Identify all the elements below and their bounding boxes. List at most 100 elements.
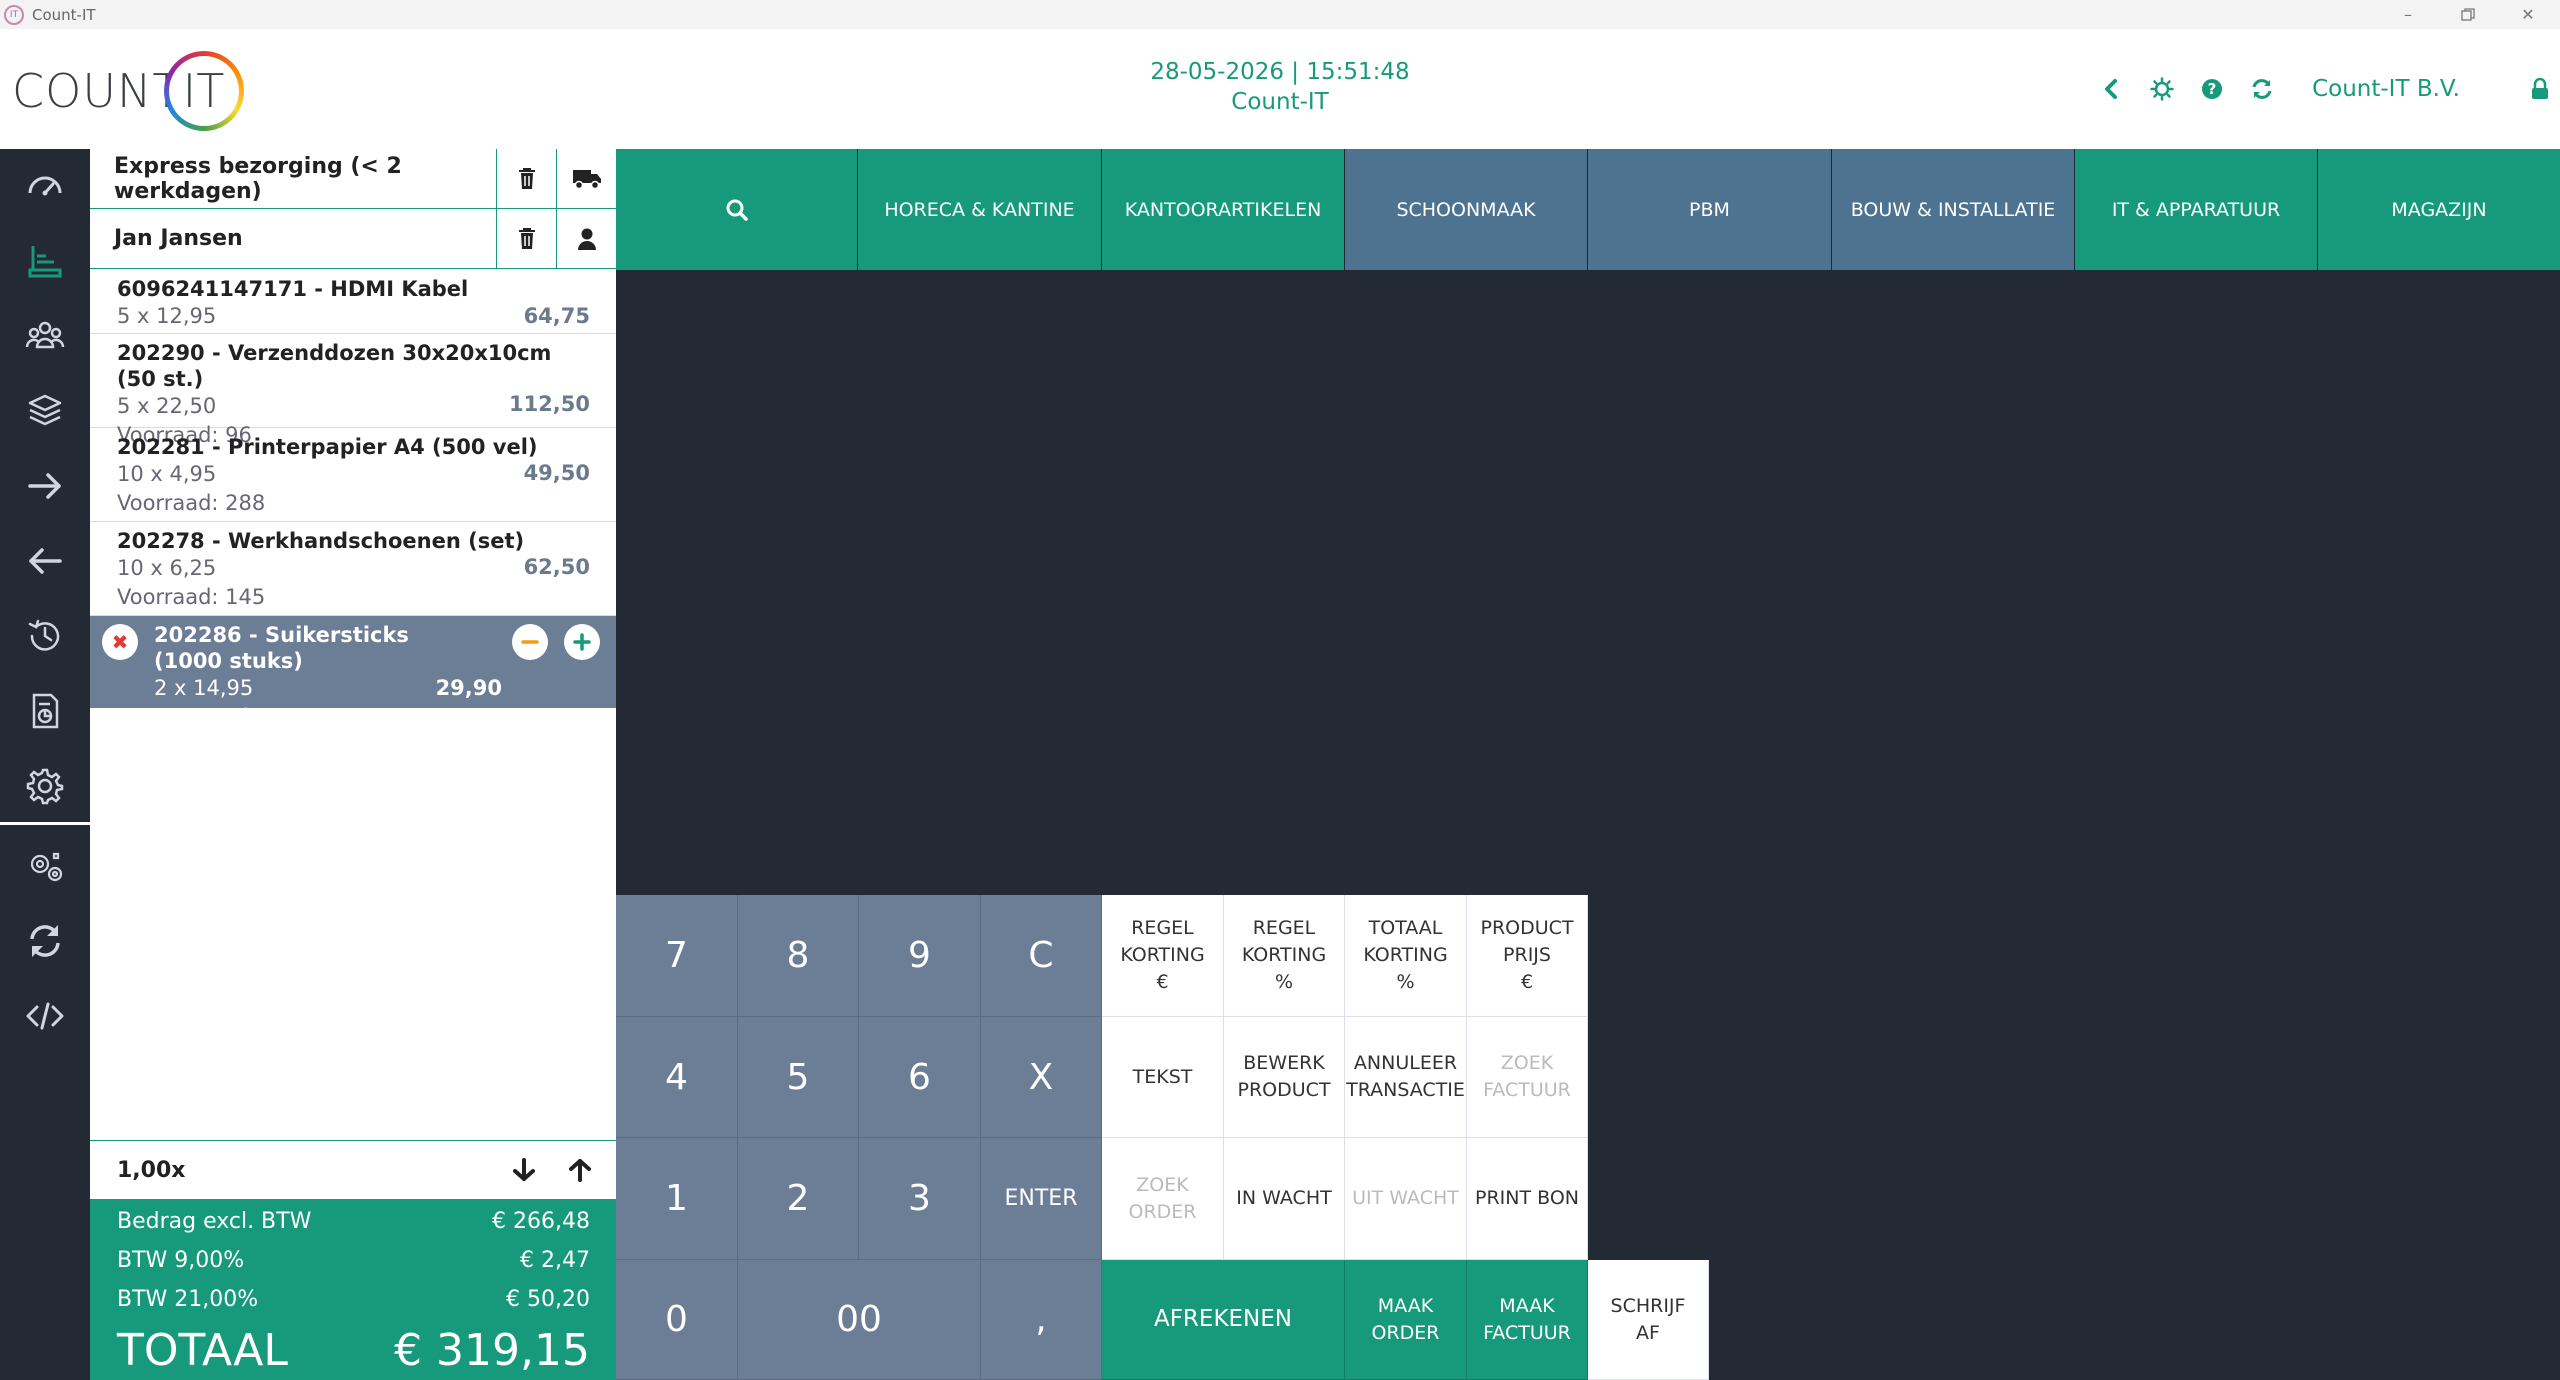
sidebar-item-history[interactable] [0,598,90,673]
key-8[interactable]: 8 [738,895,859,1017]
restore-icon [2461,7,2475,21]
delivery-button[interactable] [556,148,616,209]
order-line[interactable]: 202290 - Verzenddozen 30x20x10cm (50 st.… [90,334,616,447]
zoek-order-button[interactable]: ZOEK ORDER [1102,1138,1224,1260]
sidebar-item-system-settings[interactable] [0,829,90,904]
users-icon [25,321,65,348]
key-1[interactable]: 1 [616,1138,738,1260]
remove-line-button[interactable]: ✖ [102,624,138,660]
arrow-left-icon [29,547,62,574]
lock-button[interactable] [2520,78,2560,100]
annuleer-transactie-button[interactable]: ANNULEER TRANSACTIE [1345,1017,1467,1138]
sidebar-item-pos[interactable] [0,223,90,298]
remove-customer-button[interactable] [496,208,556,269]
question-icon: ? [2202,79,2223,99]
key-9[interactable]: 9 [859,895,981,1017]
customer-button[interactable] [556,208,616,269]
minimize-button[interactable]: – [2380,0,2436,29]
category-horeca[interactable]: HORECA & KANTINE [858,149,1102,270]
order-line[interactable]: 6096241147171 - HDMI Kabel 5 x 12,95 64,… [90,270,616,334]
maak-factuur-button[interactable]: MAAK FACTUUR [1467,1260,1588,1380]
restore-button[interactable] [2440,0,2496,29]
maak-order-button[interactable]: MAAK ORDER [1345,1260,1467,1380]
close-window-button[interactable]: ✕ [2500,0,2556,29]
sidebar-item-reports[interactable] [0,673,90,748]
sidebar-item-sync[interactable] [0,903,90,978]
key-enter[interactable]: ENTER [981,1138,1102,1260]
order-line[interactable]: 202278 - Werkhandschoenen (set) 10 x 6,2… [90,522,616,616]
title-bar: IT Count-IT – ✕ [0,0,2560,29]
order-line-amount: 112,50 [508,392,590,416]
product-prijs-button[interactable]: PRODUCT PRIJS € [1467,895,1588,1017]
total-excl-row: Bedrag excl. BTW € 266,48 [117,1209,590,1234]
key-clear[interactable]: C [981,895,1102,1017]
category-pbm[interactable]: PBM [1588,149,1832,270]
customer-row[interactable]: Jan Jansen [90,208,616,269]
key-3[interactable]: 3 [859,1138,981,1260]
key-5[interactable]: 5 [738,1017,859,1138]
schrijf-af-button[interactable]: SCHRIJF AF [1588,1260,1709,1380]
zoek-factuur-button[interactable]: ZOEK FACTUUR [1467,1017,1588,1138]
sidebar-item-incoming[interactable] [0,523,90,598]
print-bon-button[interactable]: PRINT BON [1467,1138,1588,1260]
sidebar-item-settings[interactable] [0,748,90,823]
order-line-amount: 62,50 [523,555,590,579]
key-x[interactable]: X [981,1017,1102,1138]
order-panel: Express bezorging (< 2 werkdagen) Jan Ja… [90,148,616,1380]
delivery-label: Express bezorging (< 2 werkdagen) [114,153,402,204]
uit-wacht-button[interactable]: UIT WACHT [1345,1138,1467,1260]
history-icon [28,619,60,651]
remove-delivery-button[interactable] [496,148,556,209]
category-magazijn[interactable]: MAGAZIJN [2318,149,2560,270]
key-comma[interactable]: , [981,1260,1102,1380]
help-button[interactable]: ? [2187,69,2237,109]
back-button[interactable] [2087,69,2137,109]
sidebar-separator [0,822,90,825]
key-4[interactable]: 4 [616,1017,738,1138]
regel-korting-pct-button[interactable]: REGEL KORTING% [1224,895,1345,1017]
order-line-selected[interactable]: ✖ 202286 - Suikersticks (1000 stuks) 2 x… [90,616,616,729]
tekst-button[interactable]: TEKST [1102,1017,1224,1138]
totals-panel: Bedrag excl. BTW € 266,48 BTW 9,00% € 2,… [90,1199,616,1380]
product-grid-area [616,270,2560,895]
sidebar-item-outgoing[interactable] [0,448,90,523]
key-00[interactable]: 00 [738,1260,981,1380]
company-name[interactable]: Count-IT B.V. [2312,76,2460,102]
category-schoonmaak[interactable]: SCHOONMAAK [1345,149,1588,270]
order-line-name: 202290 - Verzenddozen 30x20x10cm (50 st.… [117,341,552,391]
increase-qty-button[interactable] [564,624,600,660]
grand-total-row: TOTAAL € 319,15 [117,1325,590,1376]
search-icon [726,199,748,221]
register-icon [28,245,62,277]
arrow-right-icon [28,472,61,499]
bewerk-product-button[interactable]: BEWERK PRODUCT [1224,1017,1345,1138]
category-kantoorartikelen[interactable]: KANTOORARTIKELEN [1102,149,1345,270]
sidebar-item-dashboard[interactable] [0,148,90,223]
category-it-apparatuur[interactable]: IT & APPARATUUR [2075,149,2318,270]
order-line-amount: 64,75 [523,304,590,328]
refresh-button[interactable] [2237,69,2287,109]
delivery-row[interactable]: Express bezorging (< 2 werkdagen) [90,148,616,209]
decrease-qty-button[interactable] [512,624,548,660]
sidebar-item-products[interactable] [0,373,90,448]
sidebar-item-customers[interactable] [0,298,90,373]
key-7[interactable]: 7 [616,895,738,1017]
category-bouw-installatie[interactable]: BOUW & INSTALLATIE [1832,149,2075,270]
svg-text:?: ? [2208,80,2217,98]
move-down-button[interactable] [496,1157,552,1183]
sidebar-item-developer[interactable] [0,978,90,1053]
in-wacht-button[interactable]: IN WACHT [1224,1138,1345,1260]
key-6[interactable]: 6 [859,1017,981,1138]
key-0[interactable]: 0 [616,1260,738,1380]
order-line[interactable]: 202281 - Printerpapier A4 (500 vel) 10 x… [90,428,616,522]
product-search-button[interactable] [616,149,858,270]
app-icon: IT [4,4,24,25]
afrekenen-button[interactable]: AFREKENEN [1102,1260,1345,1380]
brightness-button[interactable] [2137,69,2187,109]
move-up-button[interactable] [552,1157,608,1183]
regel-korting-eur-button[interactable]: REGEL KORTING € [1102,895,1224,1017]
order-line-stock: Voorraad: 145 [117,585,266,609]
multiplier-row: 1,00x [90,1140,616,1199]
totaal-korting-pct-button[interactable]: TOTAAL KORTING% [1345,895,1467,1017]
key-2[interactable]: 2 [738,1138,859,1260]
